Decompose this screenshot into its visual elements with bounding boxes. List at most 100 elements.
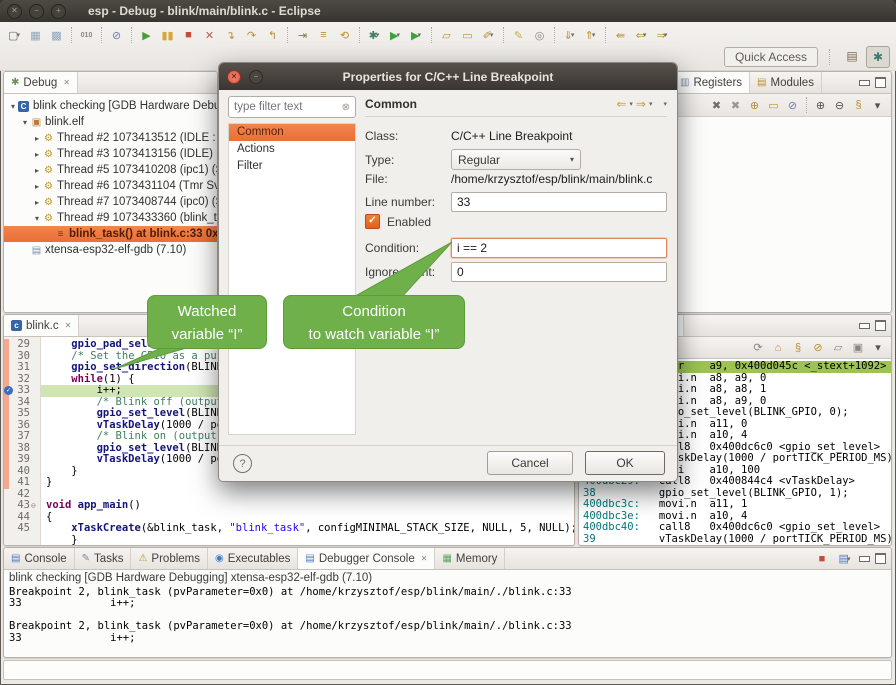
- step-return-icon[interactable]: ↰: [263, 26, 282, 45]
- debug-tree-item[interactable]: ▾▣blink.elf: [4, 114, 217, 130]
- tree-expander-icon[interactable]: ▸: [32, 198, 42, 207]
- section-item-common[interactable]: Common: [229, 124, 355, 141]
- forward-icon[interactable]: ⇒▾: [653, 26, 672, 45]
- debug-tree-item[interactable]: ≡blink_task() at blink.c:33 0x400dbc16: [4, 226, 217, 242]
- refresh-icon[interactable]: ⟳: [750, 340, 766, 356]
- open-type-icon[interactable]: ▱: [437, 26, 456, 45]
- debug-icon[interactable]: ✱▾: [365, 26, 384, 45]
- tab-problems[interactable]: ⚠Problems: [131, 548, 208, 569]
- help-icon[interactable]: ?: [233, 454, 252, 473]
- resume-icon[interactable]: ▶: [137, 26, 156, 45]
- window-minimize-icon[interactable]: −: [29, 4, 44, 19]
- tab-modules[interactable]: ▤ Modules: [750, 72, 822, 93]
- tab-tasks[interactable]: ✎Tasks: [75, 548, 132, 569]
- filter-box[interactable]: ⊗: [228, 96, 356, 118]
- step-into-icon[interactable]: ↴: [221, 26, 240, 45]
- display-console-icon[interactable]: ▤▾: [837, 551, 853, 567]
- debug-tree-item[interactable]: ▸⚙Thread #5 1073410208 (ipc1) (Suspended…: [4, 162, 217, 178]
- tab-console[interactable]: ▤Console: [4, 548, 75, 569]
- back-icon[interactable]: ⇐: [616, 97, 626, 111]
- tab-debugger-console[interactable]: ▤Debugger Console✕: [298, 548, 435, 569]
- save-icon[interactable]: ▦: [26, 26, 45, 45]
- maximize-view-icon[interactable]: [875, 320, 886, 331]
- gutter-row[interactable]: 33✓: [4, 385, 40, 397]
- show-execution-icon[interactable]: ≡: [314, 26, 333, 45]
- suspend-icon[interactable]: ▮▮: [158, 26, 177, 45]
- pin-view-icon[interactable]: ▣: [850, 340, 866, 356]
- tree-expander-icon[interactable]: ▸: [32, 182, 42, 191]
- section-item-actions[interactable]: Actions: [229, 141, 355, 158]
- remove-icon[interactable]: ✖: [708, 97, 725, 114]
- gutter-row[interactable]: 45: [4, 523, 40, 535]
- prev-annotation-icon[interactable]: ⇑▾: [581, 26, 600, 45]
- terminate-icon[interactable]: ■: [814, 551, 830, 567]
- tree-expander-icon[interactable]: ▾: [8, 102, 18, 111]
- sync-pc-icon[interactable]: §: [790, 340, 806, 356]
- save-all-icon[interactable]: ▩: [47, 26, 66, 45]
- debug-tree-item[interactable]: ▤xtensa-esp32-elf-gdb (7.10): [4, 242, 217, 258]
- gutter-row[interactable]: [4, 535, 40, 547]
- next-annotation-icon[interactable]: ⇓▾: [560, 26, 579, 45]
- chevron-down-icon[interactable]: ▾: [649, 100, 653, 108]
- line-number-input[interactable]: [451, 192, 667, 212]
- external-tools-icon[interactable]: ▶▾: [407, 26, 426, 45]
- terminate-icon[interactable]: ■: [179, 26, 198, 45]
- tree-expander-icon[interactable]: ▸: [32, 166, 42, 175]
- maximize-view-icon[interactable]: [875, 553, 886, 564]
- section-item-filter[interactable]: Filter: [229, 158, 355, 175]
- close-icon[interactable]: ✕: [65, 321, 72, 330]
- quick-access-button[interactable]: Quick Access: [724, 47, 818, 67]
- back-icon[interactable]: ⇐▾: [632, 26, 651, 45]
- expand-all-icon[interactable]: ⊕: [812, 97, 829, 114]
- gutter-row[interactable]: 31: [4, 362, 40, 374]
- gutter-row[interactable]: 41: [4, 477, 40, 489]
- binary-icon[interactable]: 010: [77, 26, 96, 45]
- run-icon[interactable]: ▶▾: [386, 26, 405, 45]
- cpp-perspective[interactable]: ▤: [841, 46, 863, 66]
- filter-input[interactable]: [234, 101, 329, 113]
- open-resource-icon[interactable]: ▭: [458, 26, 477, 45]
- new-wizard-icon[interactable]: ▢▾: [5, 26, 24, 45]
- debug-tree-item[interactable]: ▾Cblink checking [GDB Hardware Debugging…: [4, 98, 217, 114]
- type-dropdown[interactable]: Regular ▾: [451, 149, 581, 170]
- debug-perspective[interactable]: ✱: [866, 46, 890, 68]
- add-register-group-icon[interactable]: ⊕: [746, 97, 763, 114]
- track-expression-icon[interactable]: ⊘: [810, 340, 826, 356]
- tab-memory[interactable]: ▦Memory: [435, 548, 505, 569]
- close-icon[interactable]: ✕: [421, 554, 428, 563]
- enabled-checkbox[interactable]: ✓: [365, 214, 380, 229]
- debug-tree-item[interactable]: ▸⚙Thread #7 1073408744 (ipc0) (Suspended…: [4, 194, 217, 210]
- close-icon[interactable]: ✕: [63, 78, 70, 87]
- console-body[interactable]: Breakpoint 2, blink_task (pvParameter=0x…: [4, 586, 891, 645]
- reset-icon[interactable]: ⟲: [335, 26, 354, 45]
- debug-tree-item[interactable]: ▸⚙Thread #6 1073431104 (Tmr Svc) (Suspen…: [4, 178, 217, 194]
- window-close-icon[interactable]: ✕: [7, 4, 22, 19]
- gutter-row[interactable]: 43⊖: [4, 500, 40, 512]
- minimize-view-icon[interactable]: [859, 323, 870, 329]
- gutter-row[interactable]: 39: [4, 454, 40, 466]
- tree-expander-icon[interactable]: ▸: [32, 134, 42, 143]
- debug-tree[interactable]: ▾Cblink checking [GDB Hardware Debugging…: [4, 94, 217, 313]
- minimize-view-icon[interactable]: [859, 556, 870, 562]
- mark-occurrences-icon[interactable]: ✎: [509, 26, 528, 45]
- last-edit-icon[interactable]: ⇚: [611, 26, 630, 45]
- editor-gutter[interactable]: 2930313233✓34353637383940414243⊖4445: [4, 337, 41, 546]
- dialog-minimize-icon[interactable]: −: [249, 70, 263, 84]
- minimize-view-icon[interactable]: [859, 80, 870, 86]
- debug-tree-item[interactable]: ▸⚙Thread #3 1073413156 (IDLE) (Suspended…: [4, 146, 217, 162]
- registers-body[interactable]: [673, 117, 891, 294]
- breakpoint-icon[interactable]: ✓: [4, 386, 13, 395]
- tab-registers[interactable]: ▥ Registers: [673, 72, 750, 93]
- tab-executables[interactable]: ◉Executables: [208, 548, 298, 569]
- tree-expander-icon[interactable]: ▾: [32, 214, 42, 223]
- skip-breakpoints-icon[interactable]: ⊘: [107, 26, 126, 45]
- step-over-icon[interactable]: ↷: [242, 26, 261, 45]
- condition-input[interactable]: [451, 238, 667, 258]
- ignore-count-input[interactable]: [451, 262, 667, 282]
- view-menu-icon[interactable]: ▾: [663, 100, 667, 108]
- dialog-close-icon[interactable]: ✕: [227, 70, 241, 84]
- window-maximize-icon[interactable]: +: [51, 4, 66, 19]
- cancel-button[interactable]: Cancel: [487, 451, 573, 475]
- tab-blink-c[interactable]: c blink.c ✕: [4, 315, 79, 336]
- chevron-down-icon[interactable]: ▾: [629, 100, 633, 108]
